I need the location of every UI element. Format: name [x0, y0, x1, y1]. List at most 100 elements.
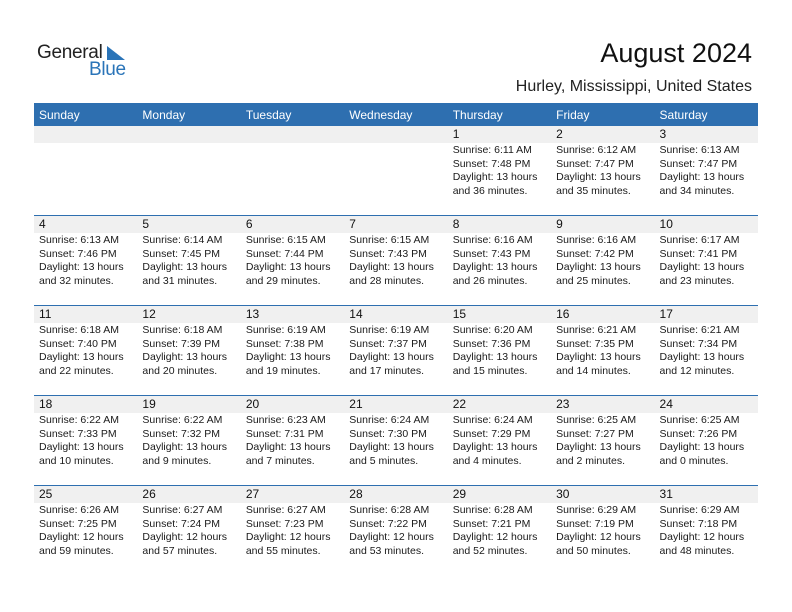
day-cell: 16 Sunrise: 6:21 AM Sunset: 7:35 PM Dayligh… [551, 306, 654, 378]
day-number: 13 [245, 307, 260, 321]
day-cell: 1 Sunrise: 6:11 AM Sunset: 7:48 PM Daylight… [448, 126, 551, 198]
day-number: 30 [556, 487, 570, 501]
sun-info: Sunrise: 6:25 AM Sunset: 7:26 PM Daylight:… [660, 414, 758, 468]
day-number: 24 [659, 397, 673, 411]
sunset-time: Sunset: 7:43 PM [349, 247, 427, 260]
daylight-hours: Daylight: 13 hours [659, 261, 745, 274]
sun-info: Sunrise: 6:24 AM Sunset: 7:29 PM Daylight:… [453, 414, 551, 468]
sunrise-time: Sunrise: 6:14 AM [142, 234, 223, 246]
sunset-time: Sunset: 7:25 PM [39, 517, 117, 530]
day-number: 14 [349, 307, 363, 321]
week-row: 1 Sunrise: 6:11 AM Sunset: 7:48 PM Daylight… [34, 126, 758, 215]
sun-info: Sunrise: 6:13 AM Sunset: 7:46 PM Daylight:… [39, 234, 137, 288]
daylight-minutes: and 0 minutes. [659, 454, 729, 467]
day-cell: 30 Sunrise: 6:29 AM Sunset: 7:19 PM Dayligh… [551, 486, 654, 558]
sunrise-time: Sunrise: 6:21 AM [556, 324, 637, 336]
day-number: 10 [659, 217, 673, 231]
daylight-minutes: and 7 minutes. [245, 454, 315, 467]
day-cell: 22 Sunrise: 6:24 AM Sunset: 7:29 PM Dayligh… [448, 396, 551, 468]
day-number: 18 [39, 397, 53, 411]
day-cell: 15 Sunrise: 6:20 AM Sunset: 7:36 PM Dayligh… [448, 306, 551, 378]
sunrise-time: Sunrise: 6:24 AM [452, 414, 533, 426]
daylight-hours: Daylight: 13 hours [556, 351, 641, 364]
sun-info: Sunrise: 6:29 AM Sunset: 7:18 PM Daylight:… [660, 504, 758, 558]
sunset-time: Sunset: 7:37 PM [349, 337, 427, 350]
sun-info: Sunrise: 6:27 AM Sunset: 7:23 PM Daylight:… [246, 504, 344, 558]
day-cell: 4 Sunrise: 6:13 AM Sunset: 7:46 PM Daylight… [34, 216, 137, 288]
day-cell: 18 Sunrise: 6:22 AM Sunset: 7:33 PM Dayligh… [34, 396, 137, 468]
sun-info: Sunrise: 6:20 AM Sunset: 7:36 PM Daylight:… [453, 324, 551, 378]
week-cells: 18 Sunrise: 6:22 AM Sunset: 7:33 PM Dayligh… [34, 396, 758, 468]
sun-info: Sunrise: 6:19 AM Sunset: 7:38 PM Daylight:… [246, 324, 344, 378]
daylight-minutes: and 32 minutes. [39, 274, 114, 287]
day-number: 27 [245, 487, 260, 501]
empty-day-number [246, 126, 344, 143]
sunrise-time: Sunrise: 6:21 AM [659, 324, 740, 336]
sunrise-time: Sunrise: 6:29 AM [659, 504, 740, 516]
week-cells: 11 Sunrise: 6:18 AM Sunset: 7:40 PM Dayligh… [34, 306, 758, 378]
page-title: August 2024 [600, 38, 752, 68]
sun-info: Sunrise: 6:15 AM Sunset: 7:44 PM Daylight:… [246, 234, 344, 288]
sunset-time: Sunset: 7:21 PM [452, 517, 531, 530]
day-cell: 27 Sunrise: 6:27 AM Sunset: 7:23 PM Dayligh… [241, 486, 344, 558]
sun-info: Sunrise: 6:28 AM Sunset: 7:22 PM Daylight:… [349, 504, 447, 558]
sun-info: Sunrise: 6:16 AM Sunset: 7:42 PM Daylight:… [556, 234, 654, 288]
day-number: 22 [452, 397, 467, 411]
sun-info: Sunrise: 6:27 AM Sunset: 7:24 PM Daylight:… [142, 504, 240, 558]
daylight-minutes: and 48 minutes. [659, 544, 735, 557]
empty-day-number [142, 126, 240, 143]
daylight-hours: Daylight: 13 hours [556, 261, 641, 274]
daylight-hours: Daylight: 13 hours [39, 261, 124, 274]
daylight-minutes: and 23 minutes. [659, 274, 735, 287]
sunset-time: Sunset: 7:47 PM [659, 157, 738, 170]
daylight-minutes: and 59 minutes. [39, 544, 114, 557]
sunrise-time: Sunrise: 6:22 AM [39, 414, 119, 426]
daylight-hours: Daylight: 12 hours [349, 531, 434, 544]
sunset-time: Sunset: 7:23 PM [245, 517, 324, 530]
sunset-time: Sunset: 7:47 PM [556, 157, 634, 170]
daylight-hours: Daylight: 12 hours [142, 531, 228, 544]
day-cell: 28 Sunrise: 6:28 AM Sunset: 7:22 PM Dayligh… [344, 486, 447, 558]
brand-logo: General Blue [37, 42, 137, 82]
sun-info: Sunrise: 6:21 AM Sunset: 7:35 PM Daylight:… [556, 324, 654, 378]
sunset-time: Sunset: 7:22 PM [349, 517, 427, 530]
sunset-time: Sunset: 7:46 PM [39, 247, 117, 260]
sunset-time: Sunset: 7:31 PM [245, 427, 324, 440]
daylight-hours: Daylight: 13 hours [556, 441, 641, 454]
day-number: 2 [556, 127, 563, 141]
sunset-time: Sunset: 7:24 PM [142, 517, 221, 530]
sun-info: Sunrise: 6:12 AM Sunset: 7:47 PM Daylight:… [556, 144, 654, 198]
empty-day-cell [137, 126, 240, 198]
day-number: 16 [556, 307, 570, 321]
day-number: 1 [452, 127, 460, 141]
sunrise-time: Sunrise: 6:12 AM [556, 144, 637, 156]
day-number: 25 [39, 487, 53, 501]
sunset-time: Sunset: 7:33 PM [39, 427, 117, 440]
sunrise-time: Sunrise: 6:27 AM [142, 504, 223, 516]
day-cell: 2 Sunrise: 6:12 AM Sunset: 7:47 PM Daylight… [551, 126, 654, 198]
week-row: 25 Sunrise: 6:26 AM Sunset: 7:25 PM Dayligh… [34, 485, 758, 575]
week-row: 18 Sunrise: 6:22 AM Sunset: 7:33 PM Dayligh… [34, 395, 758, 485]
daylight-minutes: and 4 minutes. [452, 454, 522, 467]
day-cell: 14 Sunrise: 6:19 AM Sunset: 7:37 PM Dayligh… [344, 306, 447, 378]
sunrise-time: Sunrise: 6:19 AM [245, 324, 326, 336]
daylight-hours: Daylight: 13 hours [452, 261, 538, 274]
sun-info: Sunrise: 6:22 AM Sunset: 7:33 PM Daylight:… [39, 414, 137, 468]
daylight-hours: Daylight: 13 hours [452, 351, 538, 364]
day-cell: 20 Sunrise: 6:23 AM Sunset: 7:31 PM Dayligh… [241, 396, 344, 468]
daylight-hours: Daylight: 13 hours [39, 351, 124, 364]
daylight-minutes: and 12 minutes. [659, 364, 735, 377]
sunrise-time: Sunrise: 6:17 AM [659, 234, 740, 246]
sunset-time: Sunset: 7:44 PM [245, 247, 324, 260]
sunset-time: Sunset: 7:41 PM [659, 247, 738, 260]
sunset-time: Sunset: 7:48 PM [452, 157, 531, 170]
sunset-time: Sunset: 7:40 PM [39, 337, 117, 350]
day-cell: 21 Sunrise: 6:24 AM Sunset: 7:30 PM Dayligh… [344, 396, 447, 468]
sun-info: Sunrise: 6:18 AM Sunset: 7:40 PM Daylight:… [39, 324, 137, 378]
logo-text-blue: Blue [89, 59, 126, 80]
sunrise-time: Sunrise: 6:29 AM [556, 504, 637, 516]
sunset-time: Sunset: 7:18 PM [659, 517, 738, 530]
daylight-hours: Daylight: 12 hours [452, 531, 538, 544]
day-cell: 5 Sunrise: 6:14 AM Sunset: 7:45 PM Daylight… [137, 216, 240, 288]
sun-info: Sunrise: 6:13 AM Sunset: 7:47 PM Daylight:… [660, 144, 758, 198]
